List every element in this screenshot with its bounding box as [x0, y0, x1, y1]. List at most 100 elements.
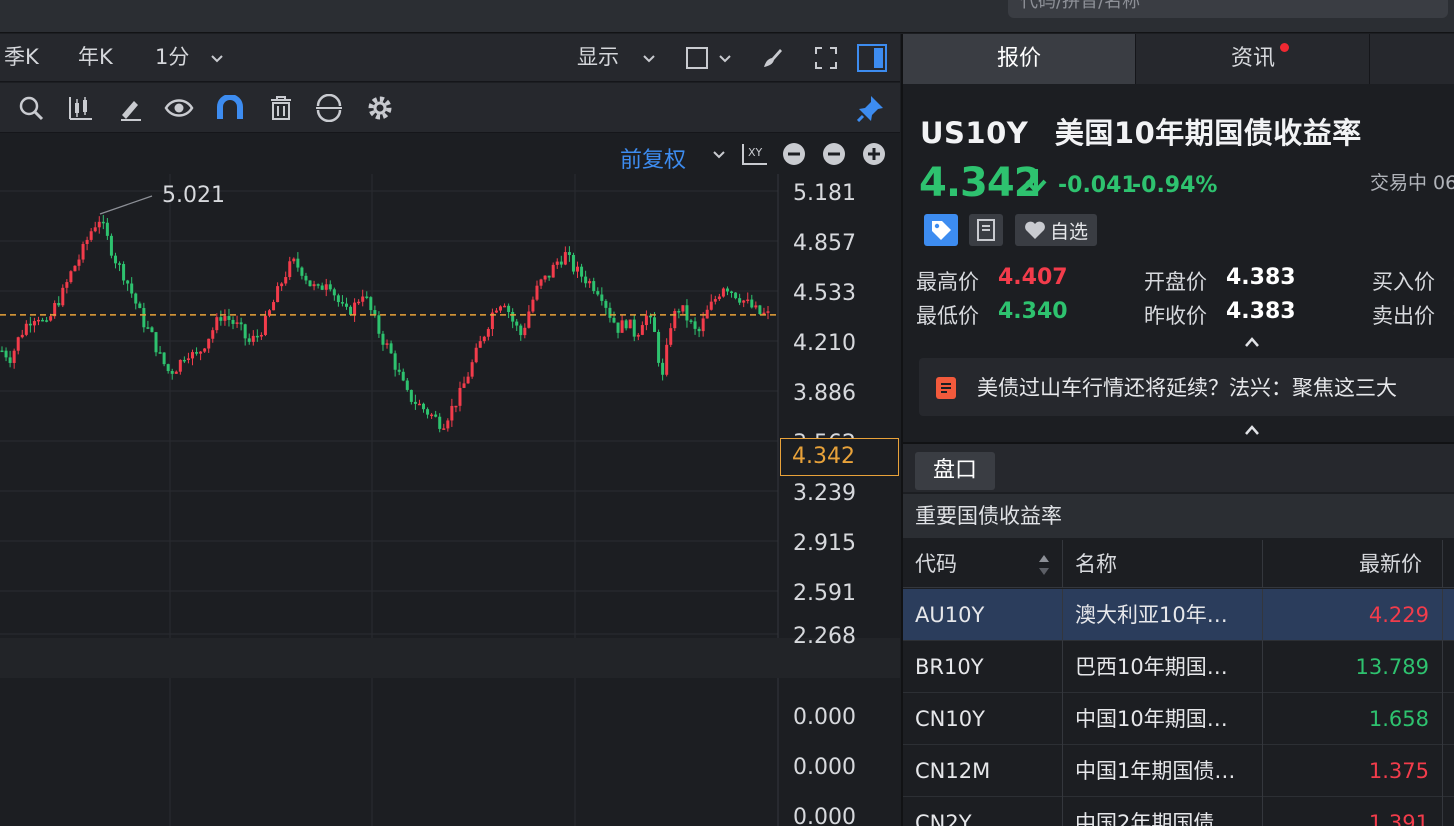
- candle-body: [409, 389, 413, 402]
- chevron-down-icon[interactable]: [712, 150, 726, 160]
- sync-icon[interactable]: [314, 93, 344, 123]
- candle-body: [462, 383, 466, 388]
- table-row[interactable]: CN10Y 中国10年期国债收益率 1.658: [903, 693, 1454, 745]
- candle-body: [734, 292, 738, 299]
- candle-body: [328, 284, 332, 290]
- chevron-down-icon[interactable]: [718, 54, 732, 64]
- table-row[interactable]: CN2Y 中国2年期国债收益率 1.391: [903, 797, 1454, 826]
- candle-body: [539, 279, 543, 286]
- col-price-header[interactable]: 最新价: [1359, 540, 1422, 588]
- candle-body: [89, 231, 93, 240]
- candle-body: [126, 280, 130, 284]
- bond-name: 中国2年期国债收益率: [1075, 811, 1247, 826]
- table-row[interactable]: CN12M 中国1年期国债收益率 1.375: [903, 745, 1454, 797]
- table-row[interactable]: BR10Y 巴西10年期国债收益率 13.789: [903, 641, 1454, 693]
- trash-icon[interactable]: [266, 93, 296, 123]
- candle-body: [57, 303, 61, 306]
- table-row[interactable]: AU10Y 澳大利亚10年期国债收益率 4.229: [903, 589, 1454, 641]
- period-year[interactable]: 年K: [78, 44, 113, 70]
- candle-body: [588, 281, 592, 284]
- period-toolbar: 季K 年K 1分 显示: [0, 34, 900, 82]
- checkbox-icon[interactable]: [686, 47, 708, 69]
- minus-circle-icon[interactable]: [782, 142, 806, 166]
- adjust-mode[interactable]: 前复权: [620, 142, 686, 174]
- candle-body: [365, 296, 369, 299]
- candle-body: [648, 315, 652, 318]
- y-tick-label: 4.857: [793, 231, 856, 256]
- candlestick-chart[interactable]: 5.1814.8574.5334.2103.8863.5623.2392.915…: [0, 174, 900, 826]
- candle-body: [511, 312, 515, 322]
- xy-axis-icon[interactable]: XY: [740, 142, 768, 168]
- candle-body: [405, 380, 409, 390]
- sort-icon[interactable]: [1038, 552, 1050, 578]
- zoom-in-icon[interactable]: [862, 142, 886, 166]
- candlestick-icon[interactable]: [66, 93, 96, 123]
- candle-body: [527, 311, 531, 328]
- chevron-down-icon[interactable]: [210, 54, 224, 64]
- note-icon[interactable]: [969, 214, 1003, 246]
- candle-body: [349, 306, 353, 315]
- chevron-down-icon[interactable]: [642, 54, 656, 64]
- tab-quote[interactable]: 报价: [903, 34, 1136, 84]
- col-code-header[interactable]: 代码: [915, 540, 957, 588]
- pencil-icon[interactable]: [116, 93, 146, 123]
- candle-body: [211, 330, 215, 339]
- chevron-up-icon[interactable]: [1244, 336, 1260, 348]
- candle-body: [227, 316, 231, 320]
- tab-news[interactable]: 资讯: [1137, 34, 1370, 84]
- candle-body: [154, 332, 158, 353]
- candle-body: [503, 305, 507, 308]
- search-input[interactable]: 代码/拼音/名称: [1008, 0, 1448, 18]
- col-name-header[interactable]: 名称: [1075, 540, 1117, 588]
- field-low: 4.340: [998, 299, 1068, 324]
- candle-body: [113, 255, 117, 264]
- candle-body: [454, 405, 458, 408]
- pin-icon[interactable]: [856, 93, 886, 123]
- panel-toggle-icon[interactable]: [857, 44, 887, 72]
- period-quarter[interactable]: 季K: [4, 44, 39, 70]
- candle-body: [235, 322, 239, 324]
- chart-options-bar: 前复权 XY: [0, 134, 900, 174]
- zoom-out-icon[interactable]: [822, 142, 846, 166]
- top-bar: 代码/拼音/名称: [0, 0, 1454, 33]
- candle-body: [721, 288, 725, 297]
- watchlist-button[interactable]: 自选: [1015, 214, 1097, 246]
- display-menu[interactable]: 显示: [577, 44, 619, 70]
- candle-body: [466, 376, 470, 384]
- brush-icon[interactable]: [760, 46, 784, 70]
- news-headline[interactable]: 美债过山车行情还将延续？法兴：聚焦这三大: [977, 372, 1397, 402]
- bond-price: 1.391: [1368, 811, 1429, 826]
- field-label: 昨收价: [1144, 304, 1207, 328]
- news-ticker[interactable]: 美债过山车行情还将延续？法兴：聚焦这三大: [919, 358, 1454, 416]
- candle-body: [255, 335, 259, 338]
- field-label: 买入价: [1372, 270, 1435, 294]
- magnet-icon[interactable]: [215, 93, 245, 123]
- gear-icon[interactable]: [365, 93, 395, 123]
- candle-body: [259, 334, 263, 337]
- candle-body: [750, 299, 754, 308]
- fullscreen-icon[interactable]: [814, 46, 838, 70]
- tab-more[interactable]: [1371, 34, 1454, 84]
- candle-body: [434, 414, 438, 417]
- candle-body: [738, 298, 742, 303]
- eye-icon[interactable]: [164, 93, 194, 123]
- candle-body: [531, 299, 535, 312]
- candle-body: [458, 387, 462, 406]
- candle-body: [543, 275, 547, 280]
- bond-code: CN12M: [915, 759, 991, 783]
- candle-body: [85, 239, 89, 245]
- symbol-title: US10Y 美国10年期国债收益率: [920, 110, 1362, 152]
- tag-icon[interactable]: [924, 214, 958, 246]
- candle-body: [417, 403, 421, 406]
- search-icon[interactable]: [16, 93, 46, 123]
- y-tick-label: 4.210: [793, 331, 856, 356]
- chevron-up-icon[interactable]: [1244, 424, 1260, 436]
- candle-body: [446, 420, 450, 429]
- candle-body: [170, 370, 174, 374]
- pankou-button[interactable]: 盘口: [915, 452, 995, 490]
- watchlist-label: 自选: [1049, 220, 1088, 243]
- candle-body: [669, 328, 673, 345]
- candle-body: [247, 338, 251, 342]
- period-1min[interactable]: 1分: [155, 44, 189, 70]
- chart-area[interactable]: 5.1814.8574.5334.2103.8863.5623.2392.915…: [0, 174, 900, 826]
